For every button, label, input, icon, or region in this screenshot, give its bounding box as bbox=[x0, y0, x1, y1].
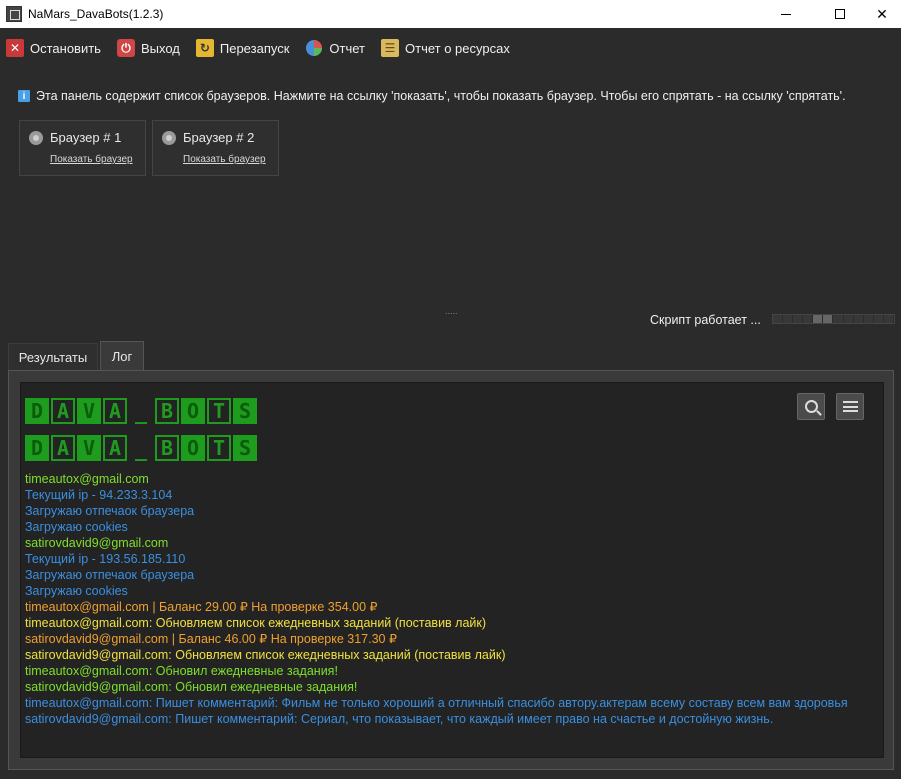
log-line: timeautox@gmail.com: Обновляем список еж… bbox=[25, 616, 487, 630]
logo-letter: O bbox=[181, 398, 205, 424]
activity-progress-bar bbox=[772, 314, 895, 324]
stop-button[interactable]: ✕ Остановить bbox=[6, 39, 101, 57]
logo-letter: D bbox=[25, 435, 49, 461]
log-line: Загружаю отпечаок браузера bbox=[25, 504, 195, 518]
show-browser-link[interactable]: Показать браузер bbox=[50, 154, 133, 165]
logo-letter: _ bbox=[134, 400, 148, 424]
browser-card-1: Браузер # 1 Показать браузер bbox=[19, 120, 146, 176]
stop-label: Остановить bbox=[30, 40, 101, 56]
log-line: satirovdavid9@gmail.com: Обновил ежеднев… bbox=[25, 680, 358, 694]
maximize-button[interactable] bbox=[817, 0, 863, 28]
resource-report-label: Отчет о ресурсах bbox=[405, 40, 510, 56]
resource-report-button[interactable]: ☰ Отчет о ресурсах bbox=[381, 39, 510, 57]
logo-letter: A bbox=[51, 435, 75, 461]
progress-cell bbox=[793, 315, 804, 323]
log-line: Загружаю отпечаок браузера bbox=[25, 568, 195, 582]
app-icon bbox=[6, 6, 22, 22]
search-button[interactable] bbox=[797, 393, 825, 420]
log-line: satirovdavid9@gmail.com bbox=[25, 536, 169, 550]
stop-icon: ✕ bbox=[6, 39, 24, 57]
progress-cell bbox=[813, 315, 824, 323]
davabots-logo: D A V A _ B O T S bbox=[25, 435, 259, 461]
progress-cell bbox=[803, 315, 814, 323]
minimize-icon bbox=[781, 13, 791, 15]
minimize-button[interactable] bbox=[763, 0, 809, 28]
search-icon bbox=[804, 400, 818, 413]
script-status: Скрипт работает ... bbox=[650, 313, 761, 327]
progress-cell bbox=[823, 315, 834, 323]
log-console: D A V A _ B O T S D A V A _ B O T S timeautox@gmail.com Т… bbox=[20, 382, 884, 758]
hamburger-icon bbox=[842, 401, 858, 412]
report-label: Отчет bbox=[329, 40, 365, 56]
browser-icon bbox=[162, 130, 176, 145]
restart-button[interactable]: ↻ Перезапуск bbox=[195, 39, 290, 57]
logo-letter: S bbox=[233, 435, 257, 461]
progress-cell bbox=[864, 315, 874, 323]
progress-cell bbox=[884, 315, 894, 323]
logo-letter: A bbox=[51, 398, 75, 424]
log-lines: timeautox@gmail.com Текущий ip - 94.233.3… bbox=[25, 471, 848, 727]
menu-button[interactable] bbox=[836, 393, 864, 420]
browser-header: Браузер # 2 bbox=[162, 130, 254, 145]
tab-log[interactable]: Лог bbox=[100, 341, 144, 371]
log-line: satirovdavid9@gmail.com: Пишет комментар… bbox=[25, 712, 774, 726]
browser-card-2: Браузер # 2 Показать браузер bbox=[152, 120, 279, 176]
logo-letter: _ bbox=[134, 437, 148, 461]
info-message: i Эта панель содержит список браузеров. … bbox=[18, 89, 846, 103]
power-icon: ⏻ bbox=[116, 39, 135, 57]
logo-letter: A bbox=[103, 398, 127, 424]
logo-letter: V bbox=[77, 398, 101, 424]
title-bar: NaMars_DavaBots(1.2.3) ✕ bbox=[0, 0, 901, 28]
browser-header: Браузер # 1 bbox=[29, 130, 121, 145]
progress-cell bbox=[773, 315, 784, 323]
show-browser-link[interactable]: Показать браузер bbox=[183, 154, 266, 165]
splitter-handle[interactable]: ..... bbox=[445, 306, 458, 316]
logo-letter: T bbox=[207, 398, 231, 424]
logo-letter: O bbox=[181, 435, 205, 461]
log-line: timeautox@gmail.com | Баланс 29.00 ₽ На … bbox=[25, 600, 378, 614]
info-text: Эта панель содержит список браузеров. На… bbox=[36, 89, 846, 103]
close-icon: ✕ bbox=[876, 5, 888, 22]
progress-cell bbox=[783, 315, 794, 323]
restart-label: Перезапуск bbox=[219, 40, 290, 56]
browser-name: Браузер # 2 bbox=[183, 130, 255, 145]
log-line: Загружаю cookies bbox=[25, 520, 128, 534]
browser-name: Браузер # 1 bbox=[50, 130, 122, 145]
log-line: Текущий ip - 94.233.3.104 bbox=[25, 488, 173, 502]
log-line: timeautox@gmail.com bbox=[25, 472, 149, 486]
progress-cell bbox=[844, 315, 854, 323]
logo-letter: D bbox=[25, 398, 49, 424]
log-line: timeautox@gmail.com: Пишет комментарий: … bbox=[25, 696, 848, 710]
davabots-logo: D A V A _ B O T S bbox=[25, 398, 259, 424]
list-icon: ☰ bbox=[381, 39, 399, 57]
log-line: Текущий ip - 193.56.185.110 bbox=[25, 552, 186, 566]
restart-icon: ↻ bbox=[195, 39, 214, 57]
window-title: NaMars_DavaBots(1.2.3) bbox=[28, 7, 164, 21]
toolbar: ✕ Остановить ⏻ Выход ↻ Перезапуск Отчет … bbox=[0, 32, 901, 64]
log-line: satirovdavid9@gmail.com | Баланс 46.00 ₽… bbox=[25, 632, 397, 646]
progress-cell bbox=[874, 315, 884, 323]
log-line: timeautox@gmail.com: Обновил ежедневные … bbox=[25, 664, 338, 678]
logo-letter: A bbox=[103, 435, 127, 461]
close-button[interactable]: ✕ bbox=[859, 0, 901, 28]
browser-icon bbox=[29, 130, 43, 145]
progress-cell bbox=[854, 315, 864, 323]
log-line: Загружаю cookies bbox=[25, 584, 128, 598]
maximize-icon bbox=[835, 9, 845, 19]
logo-letter: T bbox=[207, 435, 231, 461]
log-line: satirovdavid9@gmail.com: Обновляем списо… bbox=[25, 648, 506, 662]
logo-letter: B bbox=[155, 398, 179, 424]
exit-button[interactable]: ⏻ Выход bbox=[116, 39, 180, 57]
exit-label: Выход bbox=[140, 40, 180, 56]
logo-letter: B bbox=[155, 435, 179, 461]
tab-results[interactable]: Результаты bbox=[8, 343, 98, 371]
report-button[interactable]: Отчет bbox=[305, 39, 365, 57]
logo-letter: V bbox=[77, 435, 101, 461]
progress-cell bbox=[833, 315, 844, 323]
logo-letter: S bbox=[233, 398, 257, 424]
pie-chart-icon bbox=[305, 39, 323, 57]
info-icon: i bbox=[18, 90, 30, 102]
